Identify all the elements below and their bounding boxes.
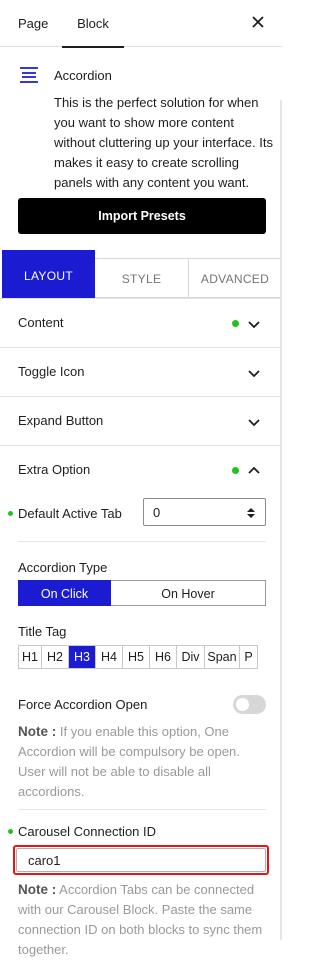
tab-style[interactable]: STYLE (95, 258, 189, 298)
active-dot-icon (8, 511, 13, 516)
accordion-lines-icon (18, 65, 40, 87)
section-content-label: Content (18, 315, 64, 330)
settings-tabs: LAYOUT STYLE ADVANCED (0, 250, 282, 298)
force-open-toggle[interactable] (233, 695, 266, 714)
section-content[interactable]: Content (0, 298, 282, 347)
panel-edge (280, 100, 282, 940)
active-dot-icon (232, 467, 239, 474)
title-tag-p[interactable]: P (240, 646, 257, 668)
import-presets-button[interactable]: Import Presets (18, 198, 266, 234)
default-active-tab-input[interactable]: 0 (143, 498, 266, 526)
section-extra-option-label: Extra Option (18, 462, 91, 477)
default-active-tab-value: 0 (153, 505, 161, 520)
tab-layout[interactable]: LAYOUT (2, 250, 95, 298)
spinner-arrows-icon[interactable] (247, 507, 255, 519)
carousel-connection-input[interactable]: caro1 (13, 845, 269, 875)
force-open-label: Force Accordion Open (18, 697, 148, 712)
divider (18, 541, 266, 542)
section-toggle-icon[interactable]: Toggle Icon (0, 347, 282, 396)
chevron-down-icon (247, 366, 261, 380)
section-expand-button-label: Expand Button (18, 413, 104, 428)
block-description: This is the perfect solution for when yo… (54, 95, 273, 190)
block-title: Accordion (54, 68, 112, 83)
chevron-down-icon (247, 415, 261, 429)
tab-page[interactable]: Page (18, 0, 48, 47)
title-tag-h3[interactable]: H3 (69, 646, 96, 668)
active-dot-icon (8, 829, 13, 834)
section-extra-option[interactable]: Extra Option (0, 445, 282, 494)
title-tag-h1[interactable]: H1 (19, 646, 42, 668)
title-tag-div[interactable]: Div (177, 646, 205, 668)
accordion-type-on-click[interactable]: On Click (18, 580, 111, 606)
sidebar-tabs: Page Block (0, 0, 282, 48)
divider (18, 809, 266, 810)
title-tag-h5[interactable]: H5 (123, 646, 150, 668)
title-tag-label: Title Tag (18, 624, 67, 639)
carousel-note: Note : Accordion Tabs can be connected w… (18, 880, 270, 960)
tab-block[interactable]: Block (62, 0, 124, 48)
title-tag-group: H1 H2 H3 H4 H5 H6 Div Span P (18, 645, 258, 669)
default-active-tab-label: Default Active Tab (18, 506, 122, 521)
chevron-down-icon (247, 317, 261, 331)
title-tag-h2[interactable]: H2 (42, 646, 69, 668)
block-card: Accordion This is the perfect solution f… (0, 48, 282, 248)
accordion-type-on-hover[interactable]: On Hover (111, 580, 266, 606)
carousel-connection-value: caro1 (28, 853, 61, 868)
section-toggle-icon-label: Toggle Icon (18, 364, 85, 379)
accordion-type-label: Accordion Type (18, 560, 108, 575)
chevron-up-icon (247, 464, 261, 478)
tab-advanced[interactable]: ADVANCED (188, 258, 282, 298)
title-tag-h4[interactable]: H4 (96, 646, 123, 668)
note-label: Note : (18, 724, 57, 739)
active-dot-icon (232, 320, 239, 327)
note-label: Note : (18, 882, 57, 897)
title-tag-span[interactable]: Span (205, 646, 240, 668)
title-tag-h6[interactable]: H6 (150, 646, 177, 668)
force-open-note: Note : If you enable this option, One Ac… (18, 722, 270, 802)
section-expand-button[interactable]: Expand Button (0, 396, 282, 445)
close-icon[interactable] (248, 12, 268, 32)
toggle-knob (236, 698, 249, 711)
carousel-connection-label: Carousel Connection ID (18, 824, 157, 839)
